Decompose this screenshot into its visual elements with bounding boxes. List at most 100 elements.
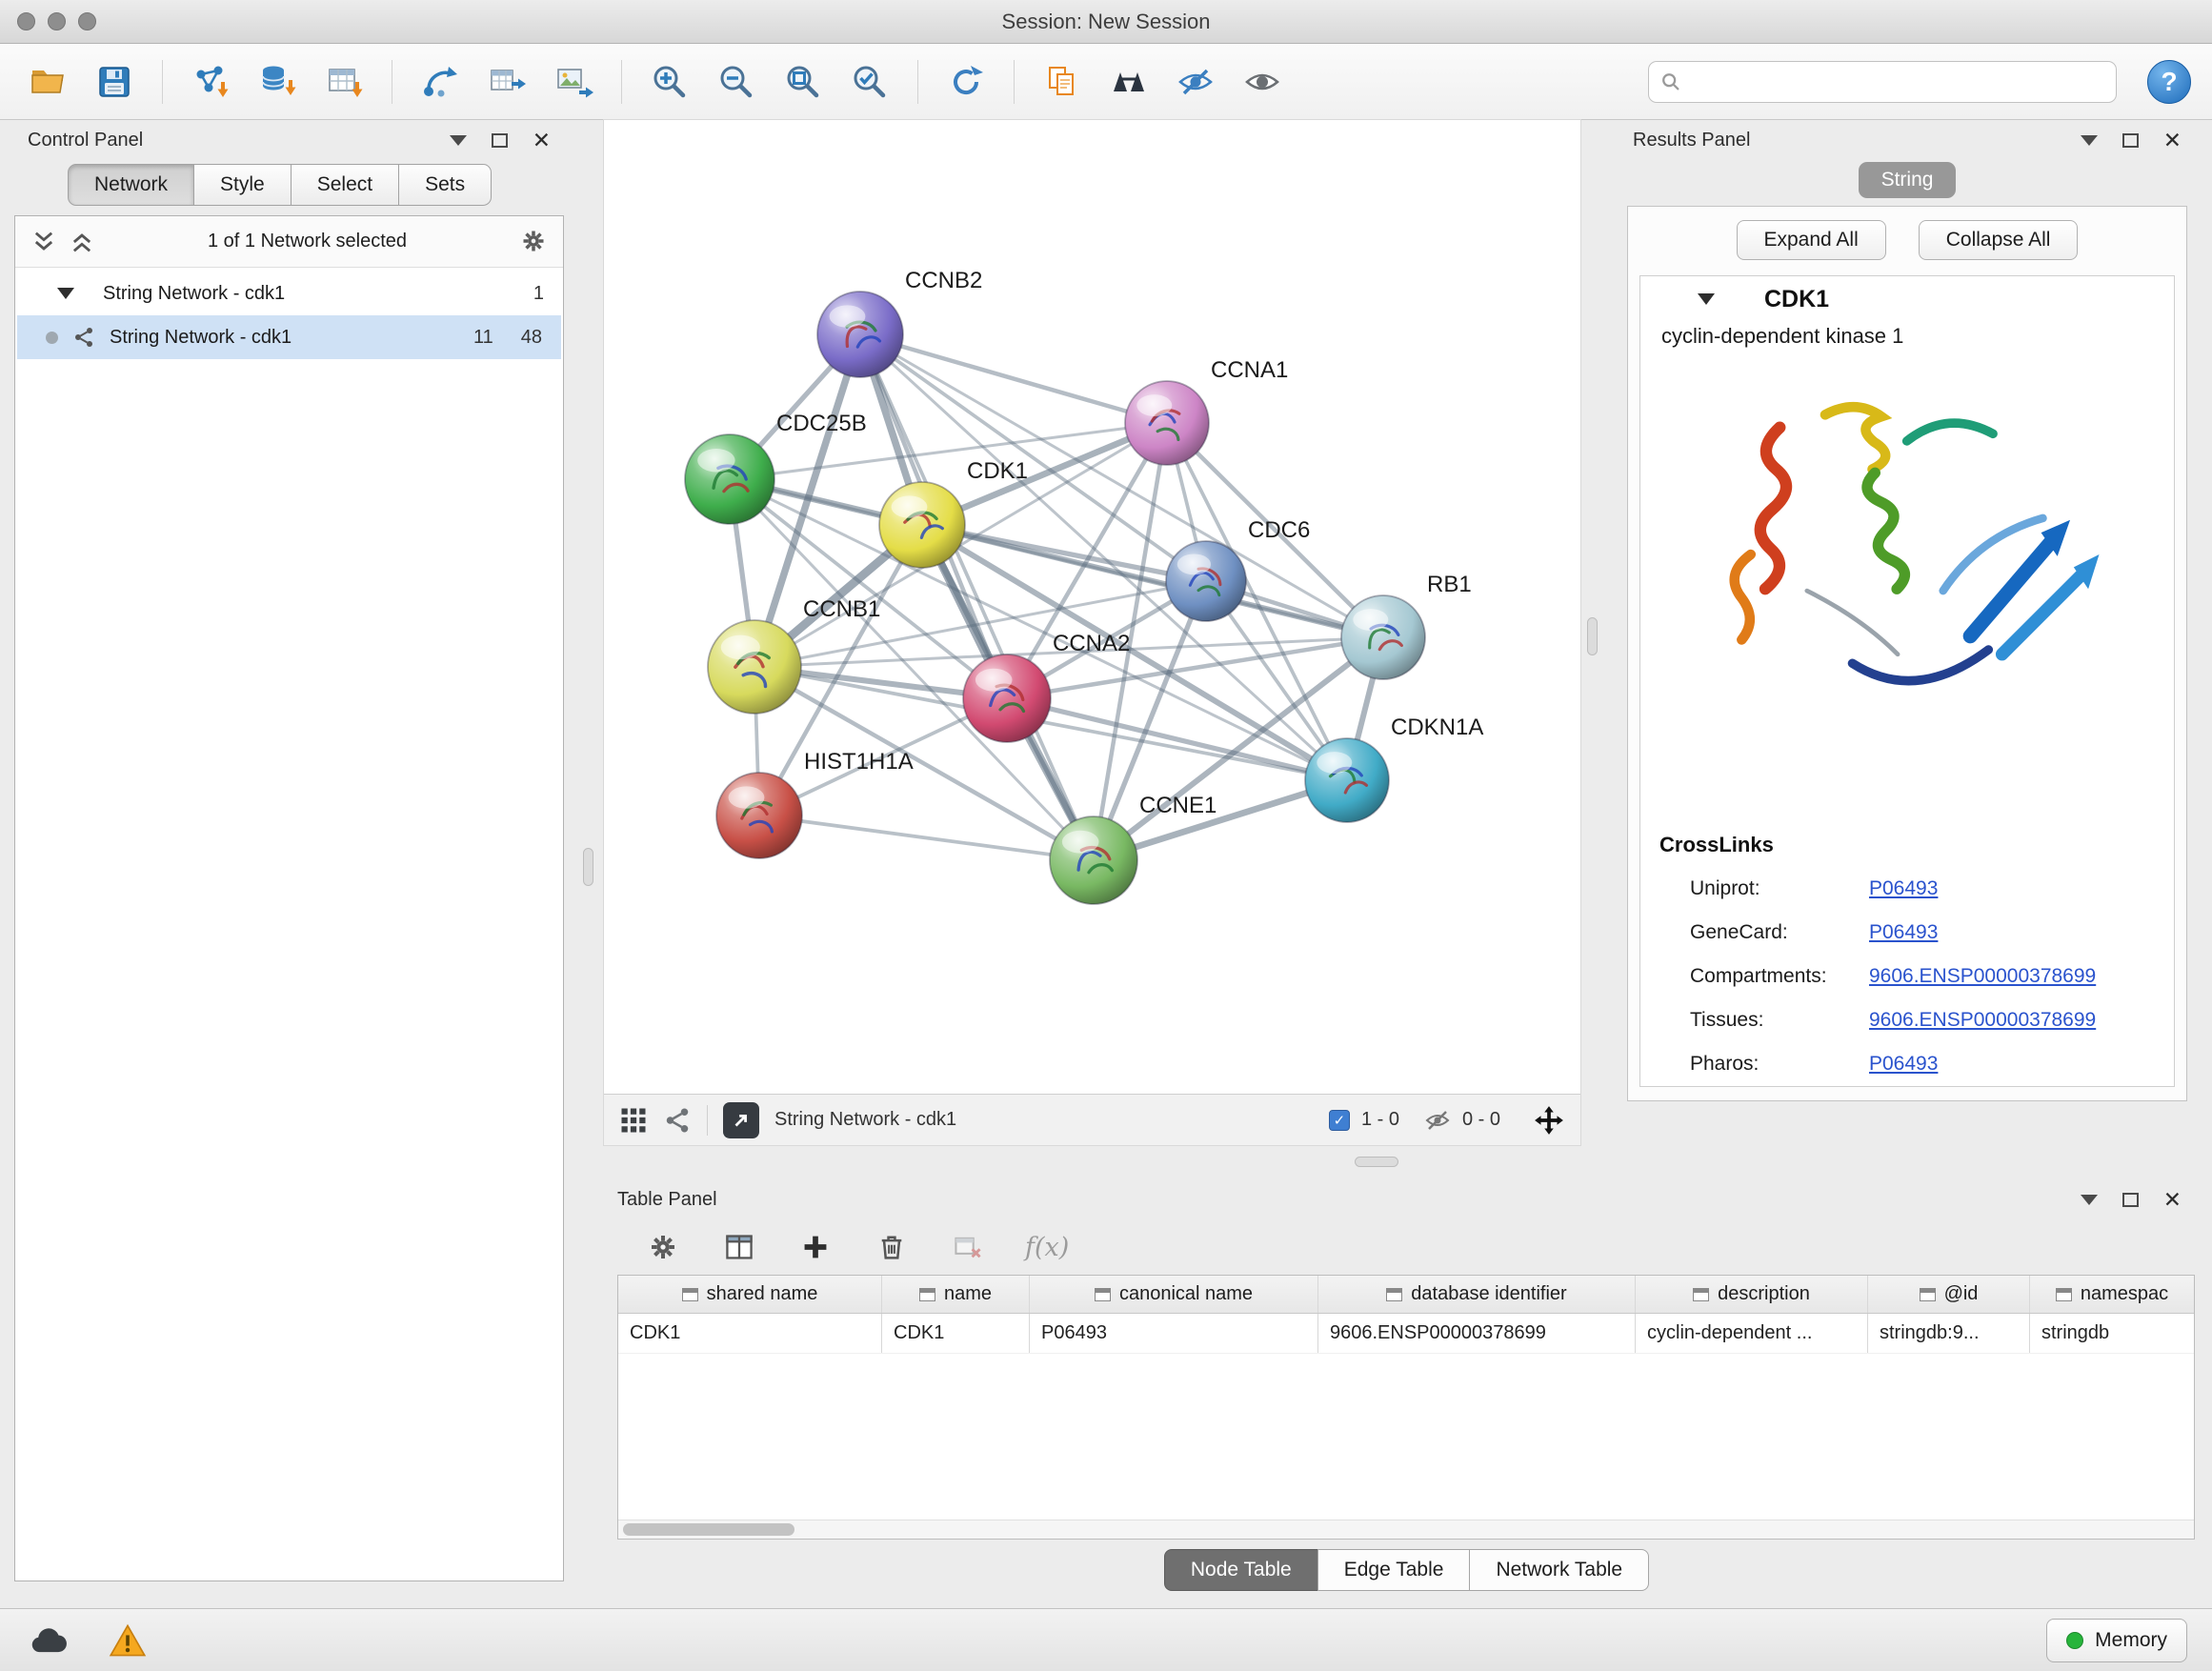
export-table-button[interactable]: [480, 54, 533, 110]
function-builder-button[interactable]: f(x): [1025, 1228, 1069, 1266]
gene-section-header[interactable]: CDK1: [1640, 276, 2174, 322]
hide-selected-button[interactable]: [1169, 54, 1222, 110]
import-network-file-button[interactable]: [184, 54, 237, 110]
network-node[interactable]: HIST1H1A: [716, 749, 914, 858]
table-cell: cyclin-dependent ...: [1636, 1314, 1868, 1353]
right-splitter-handle[interactable]: [1587, 617, 1598, 655]
delete-table-icon: [953, 1232, 983, 1262]
compartments-link[interactable]: 9606.ENSP00000378699: [1869, 965, 2096, 988]
window-controls: [0, 12, 96, 30]
help-button[interactable]: ?: [2147, 60, 2191, 104]
hidden-eye-slash-icon[interactable]: [1424, 1107, 1451, 1134]
panel-menu-icon[interactable]: [450, 135, 467, 146]
tab-sets[interactable]: Sets: [398, 164, 492, 206]
column-header[interactable]: shared name: [618, 1276, 882, 1313]
delete-column-button[interactable]: [873, 1228, 911, 1266]
create-column-button[interactable]: [796, 1228, 835, 1266]
network-collection-row[interactable]: String Network - cdk1 1: [15, 272, 563, 315]
gear-icon: [520, 228, 547, 254]
panel-menu-icon[interactable]: [2081, 1195, 2098, 1205]
splitter-handle[interactable]: [1355, 1157, 1398, 1167]
network-row-selected[interactable]: String Network - cdk1 11 48: [17, 315, 561, 359]
control-panel-title: Control Panel: [28, 130, 143, 151]
disclosure-triangle-icon[interactable]: [1698, 293, 1715, 305]
float-panel-icon[interactable]: [2122, 1193, 2139, 1207]
import-network-database-button[interactable]: [251, 54, 304, 110]
horizontal-scrollbar[interactable]: [618, 1520, 2194, 1539]
horizontal-splitter[interactable]: [564, 1145, 2212, 1179]
zoom-out-button[interactable]: [710, 54, 763, 110]
warnings-button[interactable]: [103, 1620, 152, 1661]
zoom-fit-button[interactable]: [776, 54, 830, 110]
float-panel-icon[interactable]: [492, 133, 508, 148]
float-panel-icon[interactable]: [2122, 133, 2139, 148]
disclosure-triangle-icon[interactable]: [57, 288, 74, 299]
column-header[interactable]: database identifier: [1318, 1276, 1636, 1313]
column-header[interactable]: @id: [1868, 1276, 2030, 1313]
share-view-icon[interactable]: [663, 1106, 692, 1135]
table-options-button[interactable]: [644, 1228, 682, 1266]
uniprot-link[interactable]: P06493: [1869, 877, 1938, 900]
panel-menu-icon[interactable]: [2081, 135, 2098, 146]
minimize-window-button[interactable]: [48, 12, 66, 30]
close-panel-icon[interactable]: [2163, 1189, 2182, 1211]
left-splitter-handle[interactable]: [583, 848, 593, 886]
search-input[interactable]: [1689, 70, 2104, 93]
collapse-all-button[interactable]: Collapse All: [1919, 220, 2079, 260]
network-node[interactable]: CCNA1: [1125, 357, 1288, 465]
column-header[interactable]: canonical name: [1030, 1276, 1318, 1313]
column-header[interactable]: name: [882, 1276, 1030, 1313]
copy-button[interactable]: [1036, 54, 1089, 110]
tab-network-table[interactable]: Network Table: [1469, 1549, 1649, 1591]
crosslink-label: Pharos:: [1690, 1053, 1869, 1076]
tab-style[interactable]: Style: [193, 164, 292, 206]
network-node[interactable]: CCNE1: [1050, 793, 1217, 904]
zoom-in-button[interactable]: [643, 54, 696, 110]
network-node[interactable]: CDK1: [879, 458, 1028, 568]
table-row[interactable]: CDK1 CDK1 P06493 9606.ENSP00000378699 cy…: [618, 1314, 2194, 1354]
zoom-selected-button[interactable]: [843, 54, 896, 110]
scrollbar-thumb[interactable]: [623, 1523, 794, 1536]
string-results-tab[interactable]: String: [1859, 162, 1957, 198]
tab-node-table[interactable]: Node Table: [1164, 1549, 1318, 1591]
close-panel-icon[interactable]: [533, 130, 551, 151]
column-header[interactable]: description: [1636, 1276, 1868, 1313]
network-options-button[interactable]: [519, 228, 548, 256]
tab-network[interactable]: Network: [68, 164, 194, 206]
close-panel-icon[interactable]: [2163, 130, 2182, 151]
column-header[interactable]: namespac: [2030, 1276, 2194, 1313]
control-panel: Control Panel Network Style Select Sets …: [14, 120, 564, 1581]
cloud-status-button[interactable]: [25, 1620, 74, 1661]
grid-view-icon[interactable]: [619, 1106, 648, 1135]
tab-edge-table[interactable]: Edge Table: [1317, 1549, 1471, 1591]
current-network-bullet-icon: [46, 332, 58, 344]
new-network-button[interactable]: [413, 54, 467, 110]
first-neighbors-button[interactable]: [1102, 54, 1156, 110]
pharos-link[interactable]: P06493: [1869, 1053, 1938, 1076]
collapse-all-icon[interactable]: [30, 229, 57, 255]
node-label: CCNE1: [1139, 793, 1217, 818]
import-table-button[interactable]: [317, 54, 371, 110]
zoom-window-button[interactable]: [78, 12, 96, 30]
selected-checkbox-icon[interactable]: [1329, 1110, 1350, 1131]
export-image-button[interactable]: [547, 54, 600, 110]
pan-crosshair-icon[interactable]: [1533, 1104, 1565, 1137]
memory-button[interactable]: Memory: [2046, 1619, 2187, 1662]
network-node[interactable]: CCNB1: [708, 596, 880, 714]
tissues-link[interactable]: 9606.ENSP00000378699: [1869, 1009, 2096, 1032]
save-session-button[interactable]: [88, 54, 141, 110]
expand-all-button[interactable]: Expand All: [1737, 220, 1886, 260]
network-node[interactable]: RB1: [1341, 572, 1472, 679]
close-window-button[interactable]: [17, 12, 35, 30]
show-columns-button[interactable]: [720, 1228, 758, 1266]
open-session-button[interactable]: [21, 54, 74, 110]
refresh-view-button[interactable]: [939, 54, 993, 110]
tab-select[interactable]: Select: [291, 164, 399, 206]
show-all-button[interactable]: [1236, 54, 1289, 110]
network-canvas[interactable]: CCNB2CCNA1CDC25BCDK1CDC6RB1CCNB1CCNA2CDK…: [604, 120, 1580, 1094]
genecard-link[interactable]: P06493: [1869, 921, 1938, 944]
expand-all-icon[interactable]: [69, 229, 95, 255]
network-node[interactable]: CDKN1A: [1305, 715, 1483, 822]
delete-table-button[interactable]: [949, 1228, 987, 1266]
birdseye-view-button[interactable]: [723, 1102, 759, 1138]
